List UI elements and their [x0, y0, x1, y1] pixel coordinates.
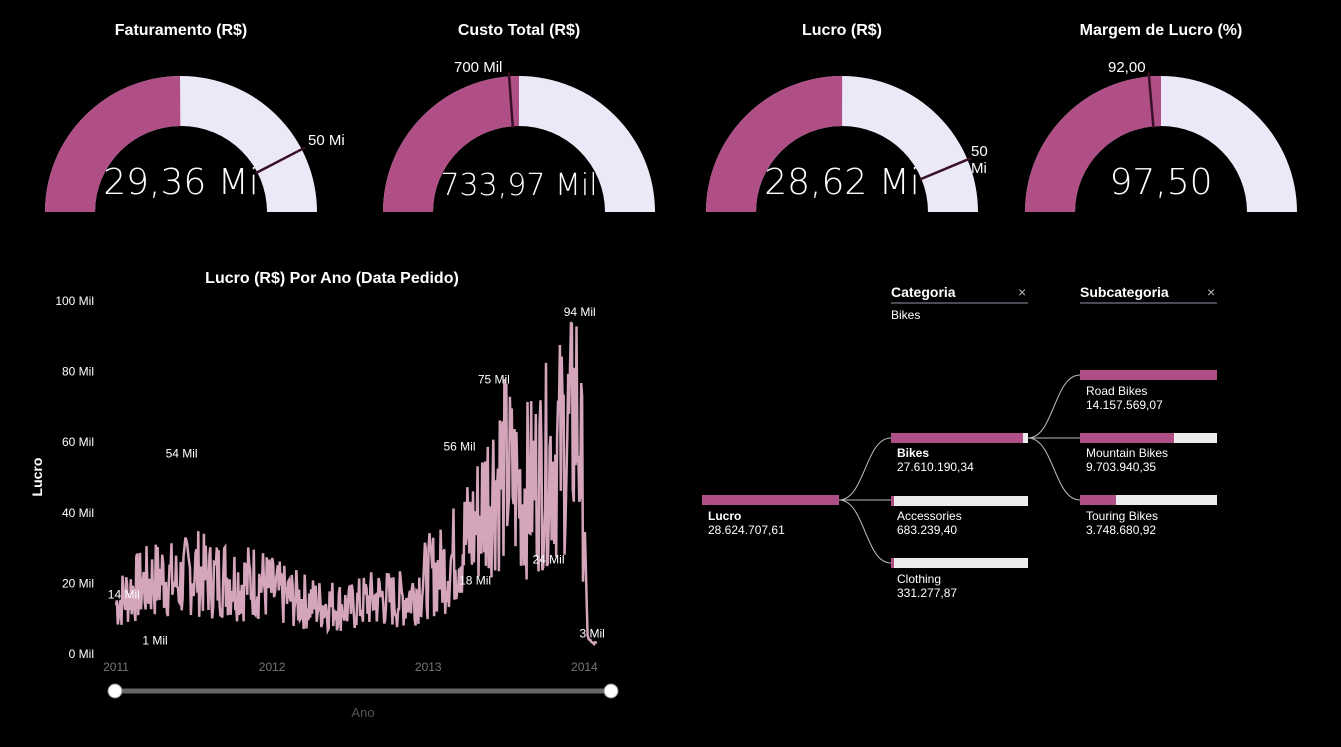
data-label: 24 Mil: [532, 552, 564, 566]
x-axis-label: Ano: [351, 705, 374, 720]
range-slider-handle-left[interactable]: [107, 683, 123, 699]
line-chart: Lucro (R$) Por Ano (Data Pedido) Lucro A…: [29, 270, 619, 720]
node-accessories-label: Accessories 683.239,40: [897, 509, 962, 537]
x-tick-label: 2012: [259, 660, 286, 674]
node-lucro[interactable]: [702, 495, 839, 505]
y-tick-label: 40 Mil: [62, 506, 94, 520]
data-label: 54 Mil: [166, 446, 198, 460]
gauge-lucro: Lucro (R$) 28,62 Mi 50 Mi: [677, 0, 1007, 230]
header-underline: [1080, 302, 1217, 304]
chart-title: Lucro (R$) Por Ano (Data Pedido): [205, 270, 459, 287]
node-fill: [891, 433, 1024, 443]
x-tick-label: 2013: [415, 660, 442, 674]
node-bikes-label: Bikes 27.610.190,34: [897, 446, 974, 474]
gauge-target-label: 700 Mil: [454, 59, 503, 76]
y-axis-label: Lucro: [29, 458, 45, 497]
range-slider-handle-right[interactable]: [603, 683, 619, 699]
data-label: 14 Mil: [108, 588, 140, 602]
gauge-target-label: 92,00: [1108, 59, 1146, 76]
gauge-faturamento: Faturamento (R$) 29,36 Mi 50 Mi: [16, 0, 346, 230]
gauge-value: 29,36 Mi: [103, 162, 259, 203]
y-tick-label: 80 Mil: [62, 365, 94, 379]
close-subcategoria-icon[interactable]: ×: [1207, 284, 1215, 300]
node-bikes[interactable]: [891, 433, 1028, 443]
y-tick-label: 20 Mil: [62, 576, 94, 590]
data-label: 94 Mil: [564, 305, 596, 319]
data-label: 75 Mil: [478, 372, 510, 386]
data-label: 1 Mil: [142, 633, 167, 647]
gauge-value: 97,50: [1109, 162, 1213, 203]
node-road-bikes[interactable]: [1080, 370, 1217, 380]
y-axis-ticks: 0 Mil 20 Mil 40 Mil 60 Mil 80 Mil 100 Mil: [55, 294, 94, 661]
node-fill: [1080, 433, 1174, 443]
gauge-value: 28,62 Mi: [764, 162, 920, 203]
header-subcategoria: Subcategoria: [1080, 284, 1169, 300]
node-mountain-bikes[interactable]: [1080, 433, 1217, 443]
node-touring-bikes[interactable]: [1080, 495, 1217, 505]
node-fill: [1080, 370, 1217, 380]
gauge-margem-lucro: Margem de Lucro (%) 97,50 92,00: [996, 0, 1326, 230]
node-lucro-label: Lucro 28.624.707,61: [708, 509, 785, 537]
close-categoria-icon[interactable]: ×: [1018, 284, 1026, 300]
data-label: 3 Mil: [580, 626, 605, 640]
y-tick-label: 100 Mil: [55, 294, 94, 308]
data-label: 56 Mil: [443, 439, 475, 453]
node-clothing[interactable]: [891, 558, 1028, 568]
node-fill: [891, 496, 895, 506]
node-mountain-bikes-label: Mountain Bikes 9.703.940,35: [1086, 446, 1169, 474]
series-line: [114, 321, 598, 647]
node-clothing-label: Clothing 331.277,87: [897, 572, 958, 600]
x-tick-label: 2011: [103, 660, 129, 674]
y-tick-label: 60 Mil: [62, 435, 94, 449]
node-road-bikes-label: Road Bikes 14.157.569,07: [1086, 384, 1163, 412]
node-accessories[interactable]: [891, 496, 1028, 506]
node-fill: [891, 558, 894, 568]
header-selected-value: Bikes: [891, 308, 921, 322]
tree-connectors: [838, 374, 1081, 564]
decomposition-tree: Categoria × Bikes Subcategoria × Lucro 28…: [680, 260, 1341, 640]
header-underline: [891, 302, 1028, 304]
gauge-target-label: 50 Mi: [308, 132, 345, 149]
gauge-custo-total: Custo Total (R$) 733,97 Mil 700 Mil: [354, 0, 684, 230]
x-axis-ticks: 2011 2012 2013 2014: [103, 660, 598, 674]
node-touring-bikes-label: Touring Bikes 3.748.680,92: [1086, 509, 1159, 537]
header-categoria: Categoria: [891, 284, 956, 300]
x-tick-label: 2014: [571, 660, 598, 674]
node-fill: [1080, 495, 1117, 505]
gauge-value: 733,97 Mil: [440, 168, 598, 203]
y-tick-label: 0 Mil: [69, 647, 94, 661]
data-label: 18 Mil: [459, 573, 491, 587]
node-fill: [702, 495, 839, 505]
